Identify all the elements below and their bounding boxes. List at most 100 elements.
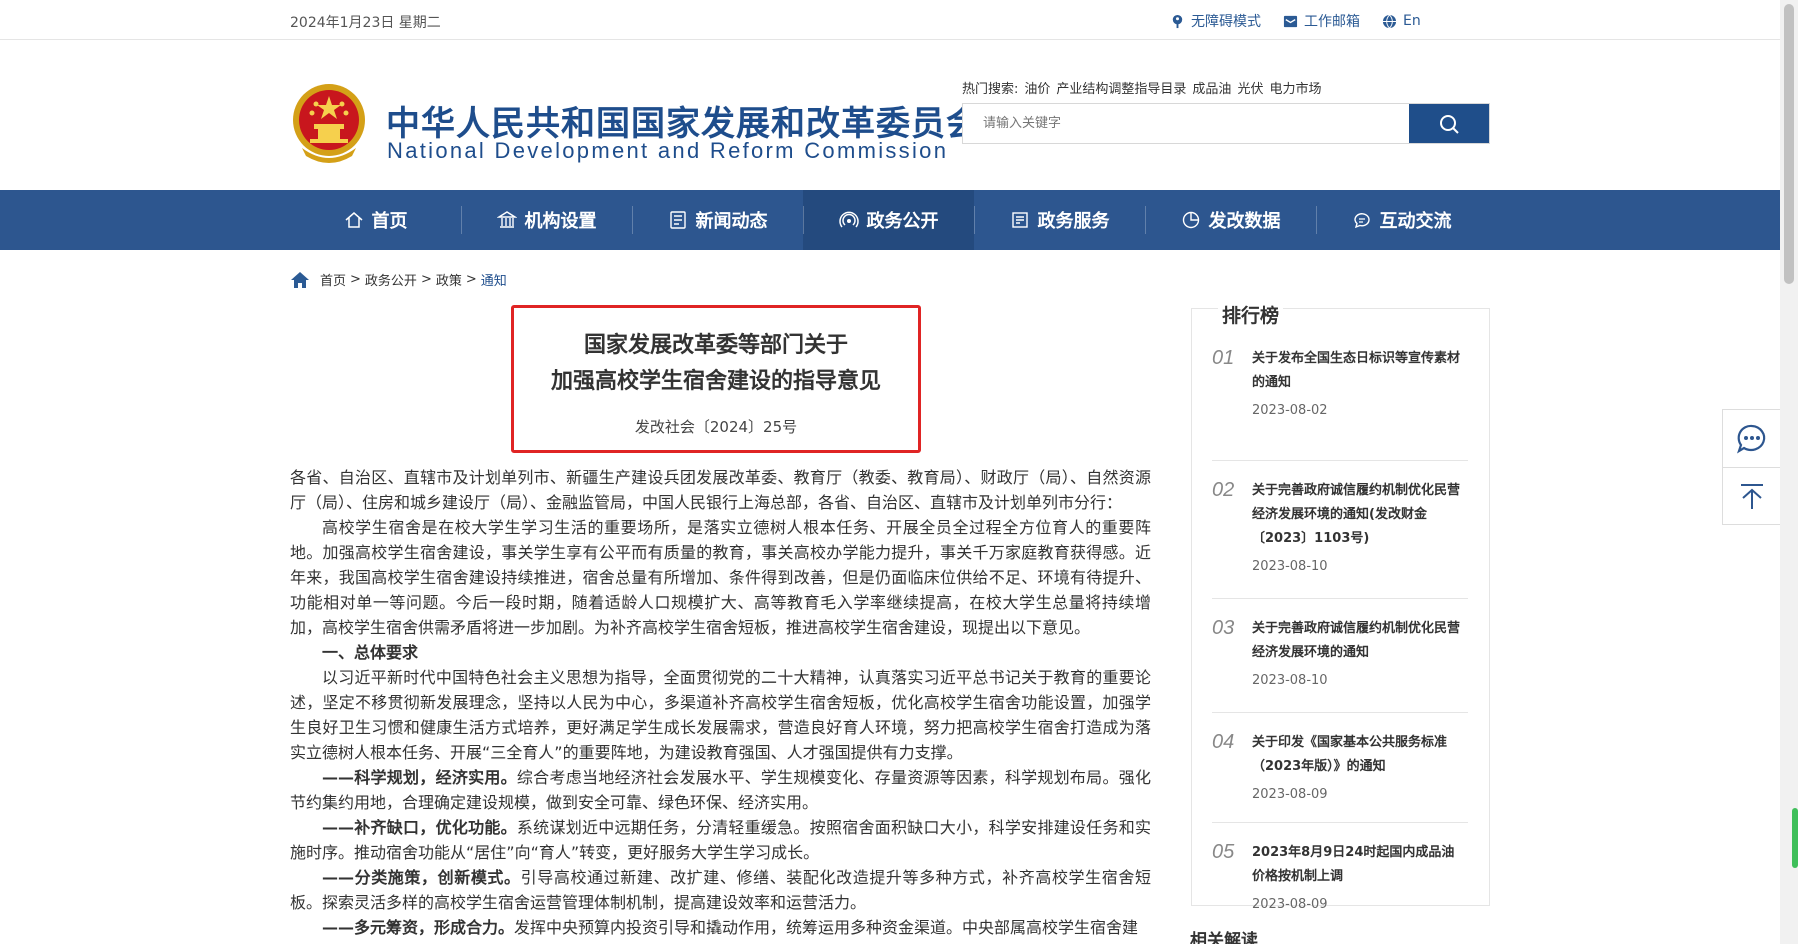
ranking-item-title[interactable]: 2023年8月9日24时起国内成品油价格按机制上调 — [1252, 841, 1468, 889]
ranking-item-title[interactable]: 关于完善政府诚信履约机制优化民营经济发展环境的通知(发改财金〔2023〕1103… — [1252, 479, 1468, 551]
ranking-number: 02 — [1212, 479, 1235, 501]
search-button[interactable] — [1409, 104, 1489, 143]
article-paragraph: ——补齐缺口，优化功能。系统谋划近中远期任务，分清轻重缓急。按照宿舍面积缺口大小… — [290, 815, 1151, 865]
ranking-item[interactable]: 05 2023年8月9日24时起国内成品油价格按机制上调 2023-08-09 — [1212, 823, 1468, 912]
back-to-top-button[interactable] — [1723, 467, 1781, 524]
breadcrumb-separator: > — [350, 272, 361, 287]
breadcrumb-item-current[interactable]: 通知 — [481, 270, 507, 289]
accessibility-link[interactable]: 无障碍模式 — [1170, 11, 1261, 31]
article-title: 国家发展改革委等部门关于 加强高校学生宿舍建设的指导意见 — [514, 328, 918, 400]
nav-item-government-affairs[interactable]: 政务公开 — [803, 190, 974, 250]
nav-item-label: 互动交流 — [1379, 211, 1452, 232]
article-paragraph: 以习近平新时代中国特色社会主义思想为指导，全面贯彻党的二十大精神，认真落实习近平… — [290, 668, 1151, 762]
ranking-title: 排行榜 — [1218, 301, 1284, 328]
article-paragraph: ——科学规划，经济实用。综合考虑当地经济社会发展水平、学生规模变化、存量资源等因… — [290, 765, 1151, 815]
article-body: 各省、自治区、直辖市及计划单列市、新疆生产建设兵团发展改革委、教育厅（教委、教育… — [290, 465, 1151, 940]
mail-icon — [1283, 15, 1298, 27]
ranking-item[interactable]: 04 关于印发《国家基本公共服务标准（2023年版）》的通知 2023-08-0… — [1212, 713, 1468, 823]
chat-bubble-icon — [1737, 424, 1766, 453]
principle-heading: ——分类施策，创新模式。 — [322, 868, 521, 887]
current-date: 2024年1月23日 星期二 — [290, 15, 441, 31]
document-number: 发改社会〔2024〕25号 — [634, 418, 798, 436]
site-logo-en[interactable]: National Development and Reform Commissi… — [387, 138, 948, 164]
breadcrumb-separator: > — [420, 272, 432, 287]
ranking-item[interactable]: 01 关于发布全国生态日标识等宣传素材的通知 2023-08-02 — [1212, 347, 1468, 461]
principle-heading: ——补齐缺口，优化功能。 — [322, 818, 517, 837]
ranking-item-title[interactable]: 关于印发《国家基本公共服务标准（2023年版）》的通知 — [1252, 731, 1468, 779]
related-interpretation-title: 相关解读 — [1190, 931, 1258, 944]
hot-search-item[interactable]: 电力市场 — [1269, 78, 1321, 97]
nav-item-data[interactable]: 发改数据 — [1145, 190, 1316, 250]
accessibility-icon — [1172, 14, 1183, 28]
home-icon — [345, 212, 362, 228]
principle-heading: ——科学规划，经济实用。 — [322, 768, 517, 787]
hot-search-item[interactable]: 成品油 — [1192, 78, 1231, 97]
article-paragraph: ——多元筹资，形成合力。发挥中央预算内投资引导和撬动作用，统筹运用多种资金渠道。… — [290, 915, 1151, 940]
ranking-item[interactable]: 02 关于完善政府诚信履约机制优化民营经济发展环境的通知(发改财金〔2023〕1… — [1212, 461, 1468, 599]
nav-item-label: 首页 — [371, 211, 408, 232]
article-title-box: 国家发展改革委等部门关于 加强高校学生宿舍建设的指导意见 发改社会〔2024〕2… — [511, 305, 921, 453]
breadcrumb: 首页 > 政务公开 > 政策 > 通知 — [290, 270, 507, 289]
consult-button[interactable] — [1723, 410, 1781, 467]
article-paragraph: 高校学生宿舍是在校大学生学习生活的重要场所，是落实立德树人根本任务、开展全员全过… — [290, 518, 1151, 637]
article-title-line1: 国家发展改革委等部门关于 — [583, 333, 848, 358]
breadcrumb-separator: > — [465, 272, 477, 287]
nav-item-news[interactable]: 新闻动态 — [632, 190, 803, 250]
nav-item-interaction[interactable]: 互动交流 — [1316, 190, 1487, 250]
principle-body: 发挥中央预算内投资引导和撬动作用，统筹运用多种资金渠道。中央部属高校学生宿舍建 — [514, 918, 1139, 937]
hot-search-item[interactable]: 产业结构调整指导目录 — [1056, 78, 1186, 97]
ranking-item-date: 2023-08-02 — [1252, 403, 1328, 418]
top-bar: 2024年1月23日 星期二 无障碍模式 工作邮箱 En — [0, 0, 1798, 40]
article-recipients: 各省、自治区、直辖市及计划单列市、新疆生产建设兵团发展改革委、教育厅（教委、教育… — [290, 468, 1151, 512]
ranking-number: 01 — [1212, 347, 1235, 369]
ranking-item[interactable]: 03 关于完善政府诚信履约机制优化民营经济发展环境的通知 2023-08-10 — [1212, 599, 1468, 713]
nav-item-label: 政务服务 — [1037, 211, 1110, 232]
ranking-item-date: 2023-08-10 — [1252, 673, 1328, 688]
search-icon — [1440, 114, 1459, 134]
search-input[interactable] — [963, 104, 1409, 143]
ranking-number: 04 — [1212, 731, 1235, 753]
english-label: En — [1403, 13, 1421, 29]
ranking-item-date: 2023-08-09 — [1252, 897, 1328, 912]
accessibility-label: 无障碍模式 — [1191, 14, 1261, 30]
back-to-top-icon — [1741, 484, 1763, 509]
english-link[interactable]: En — [1382, 11, 1421, 31]
home-icon[interactable] — [290, 271, 310, 289]
nav-item-home[interactable]: 首页 — [290, 190, 461, 250]
service-icon — [1011, 212, 1028, 228]
ranking-number: 03 — [1212, 617, 1235, 639]
ranking-item-title[interactable]: 关于完善政府诚信履约机制优化民营经济发展环境的通知 — [1252, 617, 1468, 665]
nav-item-label: 政务公开 — [866, 211, 939, 232]
search-box — [962, 103, 1490, 144]
page-scrollbar[interactable] — [1780, 0, 1798, 944]
pie-chart-icon — [1182, 211, 1199, 229]
building-icon — [496, 211, 517, 228]
ranking-item-title[interactable]: 关于发布全国生态日标识等宣传素材的通知 — [1252, 347, 1468, 395]
chat-icon — [1353, 213, 1370, 229]
globe-icon — [1382, 14, 1397, 28]
national-emblem-icon[interactable] — [290, 82, 368, 164]
ranking-panel: 排行榜 01 关于发布全国生态日标识等宣传素材的通知 2023-08-02 02… — [1191, 301, 1490, 912]
section-heading-text: 一、总体要求 — [322, 643, 419, 662]
nav-item-label: 机构设置 — [524, 211, 597, 232]
article-title-line2: 加强高校学生宿舍建设的指导意见 — [550, 369, 881, 394]
breadcrumb-item[interactable]: 首页 — [320, 270, 346, 289]
hot-search-item[interactable]: 油价 — [1024, 78, 1050, 97]
news-icon — [669, 211, 686, 229]
ranking-item-date: 2023-08-10 — [1252, 559, 1328, 574]
article-section-heading: 一、总体要求 — [290, 640, 1151, 665]
work-mail-link[interactable]: 工作邮箱 — [1283, 11, 1360, 31]
article-paragraph: ——分类施策，创新模式。引导高校通过新建、改扩建、修缮、装配化改造提升等多种方式… — [290, 865, 1151, 915]
ranking-item-date: 2023-08-09 — [1252, 787, 1328, 802]
broadcast-icon — [838, 211, 859, 228]
breadcrumb-item[interactable]: 政策 — [436, 270, 462, 289]
breadcrumb-item[interactable]: 政务公开 — [365, 270, 417, 289]
nav-item-label: 新闻动态 — [695, 211, 768, 232]
nav-item-services[interactable]: 政务服务 — [974, 190, 1145, 250]
hot-search-label: 热门搜索: — [962, 82, 1019, 97]
site-header: 中华人民共和国国家发展和改革委员会 National Development a… — [0, 40, 1798, 190]
hot-search-item[interactable]: 光伏 — [1237, 78, 1263, 97]
nav-item-organization[interactable]: 机构设置 — [461, 190, 632, 250]
principle-heading: ——多元筹资，形成合力。 — [322, 918, 515, 937]
scrollbar-thumb[interactable] — [1784, 4, 1794, 284]
